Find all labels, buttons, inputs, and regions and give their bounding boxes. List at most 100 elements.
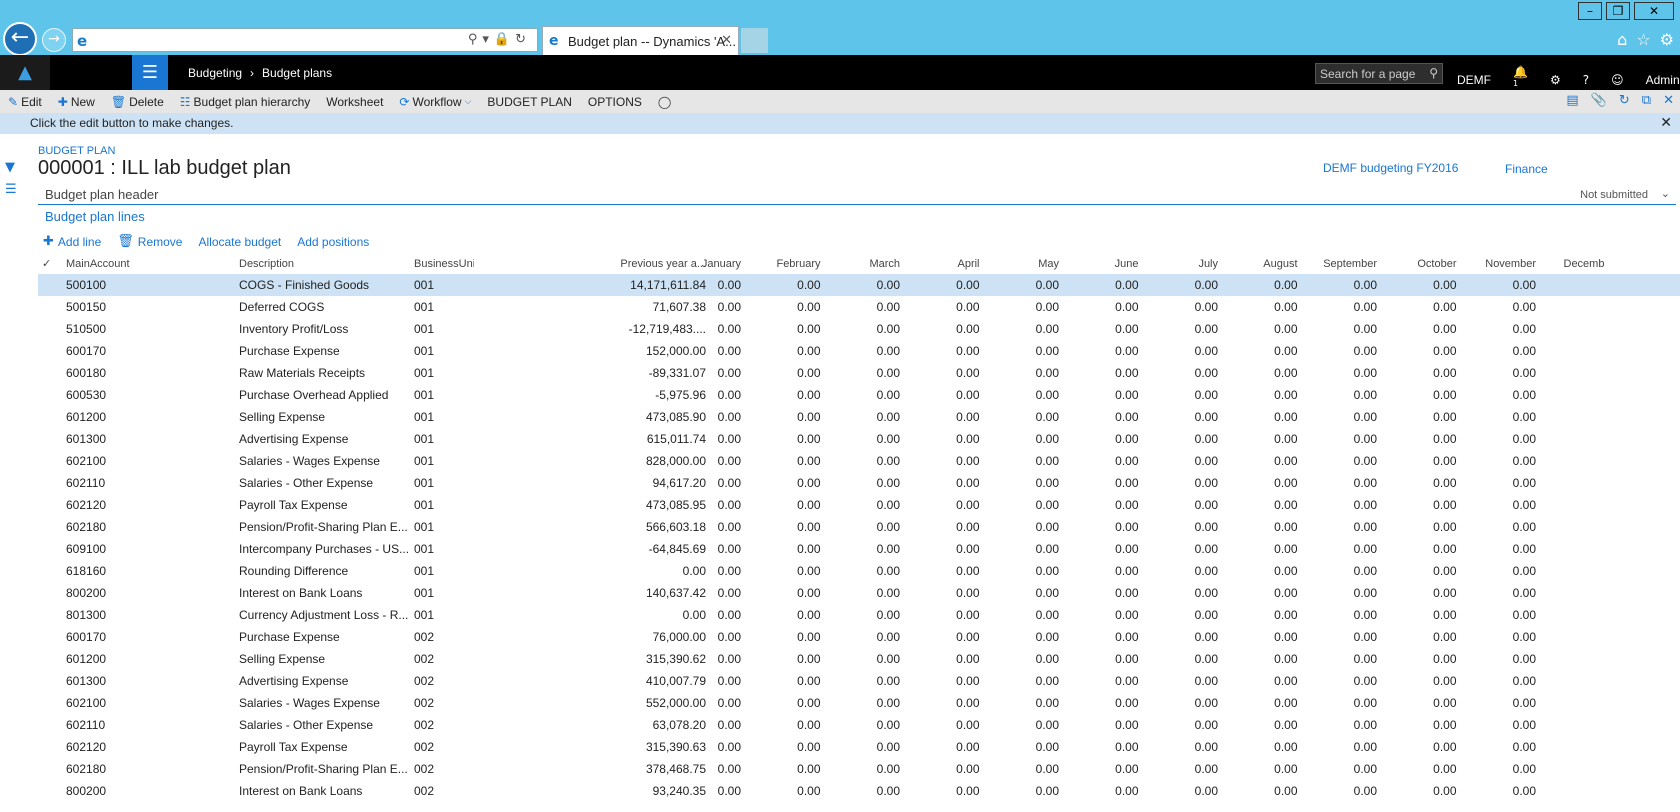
cell-acc[interactable]: 602120 bbox=[66, 494, 226, 516]
cell-month[interactable]: 0.00 bbox=[901, 340, 979, 362]
cell-month[interactable]: 0.00 bbox=[1219, 758, 1297, 780]
cell-month[interactable]: 0.00 bbox=[821, 274, 900, 296]
column-header[interactable]: MainAccount bbox=[66, 254, 226, 274]
cell-acc[interactable]: 600170 bbox=[66, 340, 226, 362]
cell-month[interactable]: 0.00 bbox=[1060, 582, 1138, 604]
cell-month[interactable]: 0.00 bbox=[742, 516, 820, 538]
cell-month[interactable]: 0.00 bbox=[1139, 274, 1218, 296]
cell-month[interactable]: 0.00 bbox=[1139, 538, 1218, 560]
cell-month[interactable]: 0.00 bbox=[1378, 648, 1456, 670]
cell-month[interactable]: 0.00 bbox=[1457, 318, 1536, 340]
cell-month[interactable]: 0.00 bbox=[901, 714, 979, 736]
cell-bu[interactable]: 001 bbox=[414, 560, 474, 582]
cell-desc[interactable]: Salaries - Other Expense bbox=[239, 714, 409, 736]
table-row[interactable]: 600170 Purchase Expense 001 152,000.00 0.00 0… bbox=[38, 340, 1680, 362]
cell-month[interactable]: 0.00 bbox=[1457, 648, 1536, 670]
cell-acc[interactable]: 510500 bbox=[66, 318, 226, 340]
cell-acc[interactable]: 600530 bbox=[66, 384, 226, 406]
cell-month[interactable]: 0.00 bbox=[980, 516, 1059, 538]
cell-bu[interactable]: 001 bbox=[414, 538, 474, 560]
user-name[interactable]: Admin bbox=[1646, 73, 1680, 87]
cell-month[interactable]: 0.00 bbox=[821, 780, 900, 802]
cell-month[interactable]: 0.00 bbox=[1378, 274, 1456, 296]
gear-icon[interactable]: ⚙ bbox=[1660, 30, 1674, 49]
cell-desc[interactable]: Inventory Profit/Loss bbox=[239, 318, 409, 340]
cell-month[interactable]: 0.00 bbox=[821, 406, 900, 428]
cell-bu[interactable]: 001 bbox=[414, 406, 474, 428]
cell-month[interactable]: 0.00 bbox=[980, 758, 1059, 780]
cell-desc[interactable]: Purchase Expense bbox=[239, 626, 409, 648]
favorites-icon[interactable]: ☆ bbox=[1636, 30, 1650, 49]
cell-bu[interactable]: 001 bbox=[414, 340, 474, 362]
cell-desc[interactable]: Advertising Expense bbox=[239, 670, 409, 692]
lock-icon[interactable]: 🔒 bbox=[494, 32, 515, 47]
cell-month[interactable]: 0.00 bbox=[1298, 362, 1377, 384]
cell-month[interactable]: 0.00 bbox=[980, 340, 1059, 362]
cell-month[interactable]: 0.00 bbox=[1457, 604, 1536, 626]
cell-month[interactable]: 0.00 bbox=[1378, 604, 1456, 626]
lightbulb-icon[interactable]: ◯ bbox=[658, 95, 671, 109]
cell-acc[interactable]: 602110 bbox=[66, 714, 226, 736]
cell-month[interactable]: 0.00 bbox=[1378, 780, 1456, 802]
breadcrumb-budget-plans[interactable]: Budget plans bbox=[262, 66, 332, 80]
cell-month[interactable]: 0.00 bbox=[662, 362, 741, 384]
cell-month[interactable]: 0.00 bbox=[1298, 538, 1377, 560]
cell-month[interactable]: 0.00 bbox=[1139, 758, 1218, 780]
cell-month[interactable]: 0.00 bbox=[901, 318, 979, 340]
cell-bu[interactable]: 002 bbox=[414, 714, 474, 736]
cell-month[interactable]: 0.00 bbox=[1298, 670, 1377, 692]
cell-month[interactable]: 0.00 bbox=[662, 604, 741, 626]
hierarchy-button[interactable]: ☷ Budget plan hierarchy bbox=[180, 95, 311, 109]
cell-month[interactable]: 0.00 bbox=[662, 538, 741, 560]
cell-desc[interactable]: Purchase Expense bbox=[239, 340, 409, 362]
cell-month[interactable]: 0.00 bbox=[1139, 340, 1218, 362]
cell-month[interactable]: 0.00 bbox=[662, 384, 741, 406]
table-row[interactable]: 600170 Purchase Expense 002 76,000.00 0.00 0.… bbox=[38, 626, 1680, 648]
cell-month[interactable]: 0.00 bbox=[1219, 780, 1297, 802]
cell-month[interactable]: 0.00 bbox=[821, 670, 900, 692]
cell-month[interactable]: 0.00 bbox=[980, 384, 1059, 406]
cell-month[interactable]: 0.00 bbox=[1139, 450, 1218, 472]
cell-desc[interactable]: Selling Expense bbox=[239, 406, 409, 428]
cell-month[interactable]: 0.00 bbox=[1378, 450, 1456, 472]
cell-month[interactable]: 0.00 bbox=[1378, 736, 1456, 758]
settings-gear-icon[interactable]: ⚙ bbox=[1550, 73, 1561, 87]
cell-month[interactable]: 0.00 bbox=[980, 494, 1059, 516]
table-row[interactable]: 602110 Salaries - Other Expense 001 94,617.… bbox=[38, 472, 1680, 494]
cell-month[interactable]: 0.00 bbox=[1060, 406, 1138, 428]
cell-month[interactable]: 0.00 bbox=[1060, 362, 1138, 384]
cell-month[interactable]: 0.00 bbox=[1060, 428, 1138, 450]
cell-month[interactable]: 0.00 bbox=[742, 318, 820, 340]
cell-month[interactable]: 0.00 bbox=[1457, 626, 1536, 648]
cell-month[interactable]: 0.00 bbox=[821, 758, 900, 780]
column-header[interactable]: March bbox=[821, 254, 900, 274]
cell-month[interactable]: 0.00 bbox=[1060, 714, 1138, 736]
cell-bu[interactable]: 001 bbox=[414, 296, 474, 318]
cell-month[interactable]: 0.00 bbox=[742, 274, 820, 296]
cell-month[interactable]: 0.00 bbox=[1298, 494, 1377, 516]
cell-acc[interactable]: 801300 bbox=[66, 604, 226, 626]
cell-month[interactable]: 0.00 bbox=[980, 714, 1059, 736]
breadcrumb-budgeting[interactable]: Budgeting bbox=[188, 66, 242, 80]
cell-month[interactable]: 0.00 bbox=[901, 494, 979, 516]
cell-month[interactable]: 0.00 bbox=[1219, 296, 1297, 318]
cell-month[interactable]: 0.00 bbox=[1219, 472, 1297, 494]
cell-desc[interactable]: Currency Adjustment Loss - R... bbox=[239, 604, 409, 626]
table-row[interactable]: 600180 Raw Materials Receipts 001 -89,331.0… bbox=[38, 362, 1680, 384]
nav-menu-icon[interactable]: ☰ bbox=[132, 55, 168, 90]
cell-month[interactable]: 0.00 bbox=[980, 296, 1059, 318]
cell-month[interactable]: 0.00 bbox=[742, 362, 820, 384]
cell-month[interactable]: 0.00 bbox=[1060, 450, 1138, 472]
cell-month[interactable]: 0.00 bbox=[901, 582, 979, 604]
cell-month[interactable]: 0.00 bbox=[901, 780, 979, 802]
cell-month[interactable]: 0.00 bbox=[1378, 384, 1456, 406]
cell-month[interactable]: 0.00 bbox=[1219, 318, 1297, 340]
cell-month[interactable]: 0.00 bbox=[1219, 340, 1297, 362]
cell-month[interactable]: 0.00 bbox=[980, 604, 1059, 626]
column-header[interactable]: BusinessUnit bbox=[414, 254, 474, 274]
close-icon[interactable]: ✕ bbox=[1634, 2, 1674, 20]
search-icon[interactable]: ⚲ bbox=[468, 32, 483, 47]
cell-month[interactable]: 0.00 bbox=[1457, 362, 1536, 384]
budget-cycle-link[interactable]: DEMF budgeting FY2016 bbox=[1323, 161, 1458, 175]
cell-acc[interactable]: 800200 bbox=[66, 780, 226, 802]
